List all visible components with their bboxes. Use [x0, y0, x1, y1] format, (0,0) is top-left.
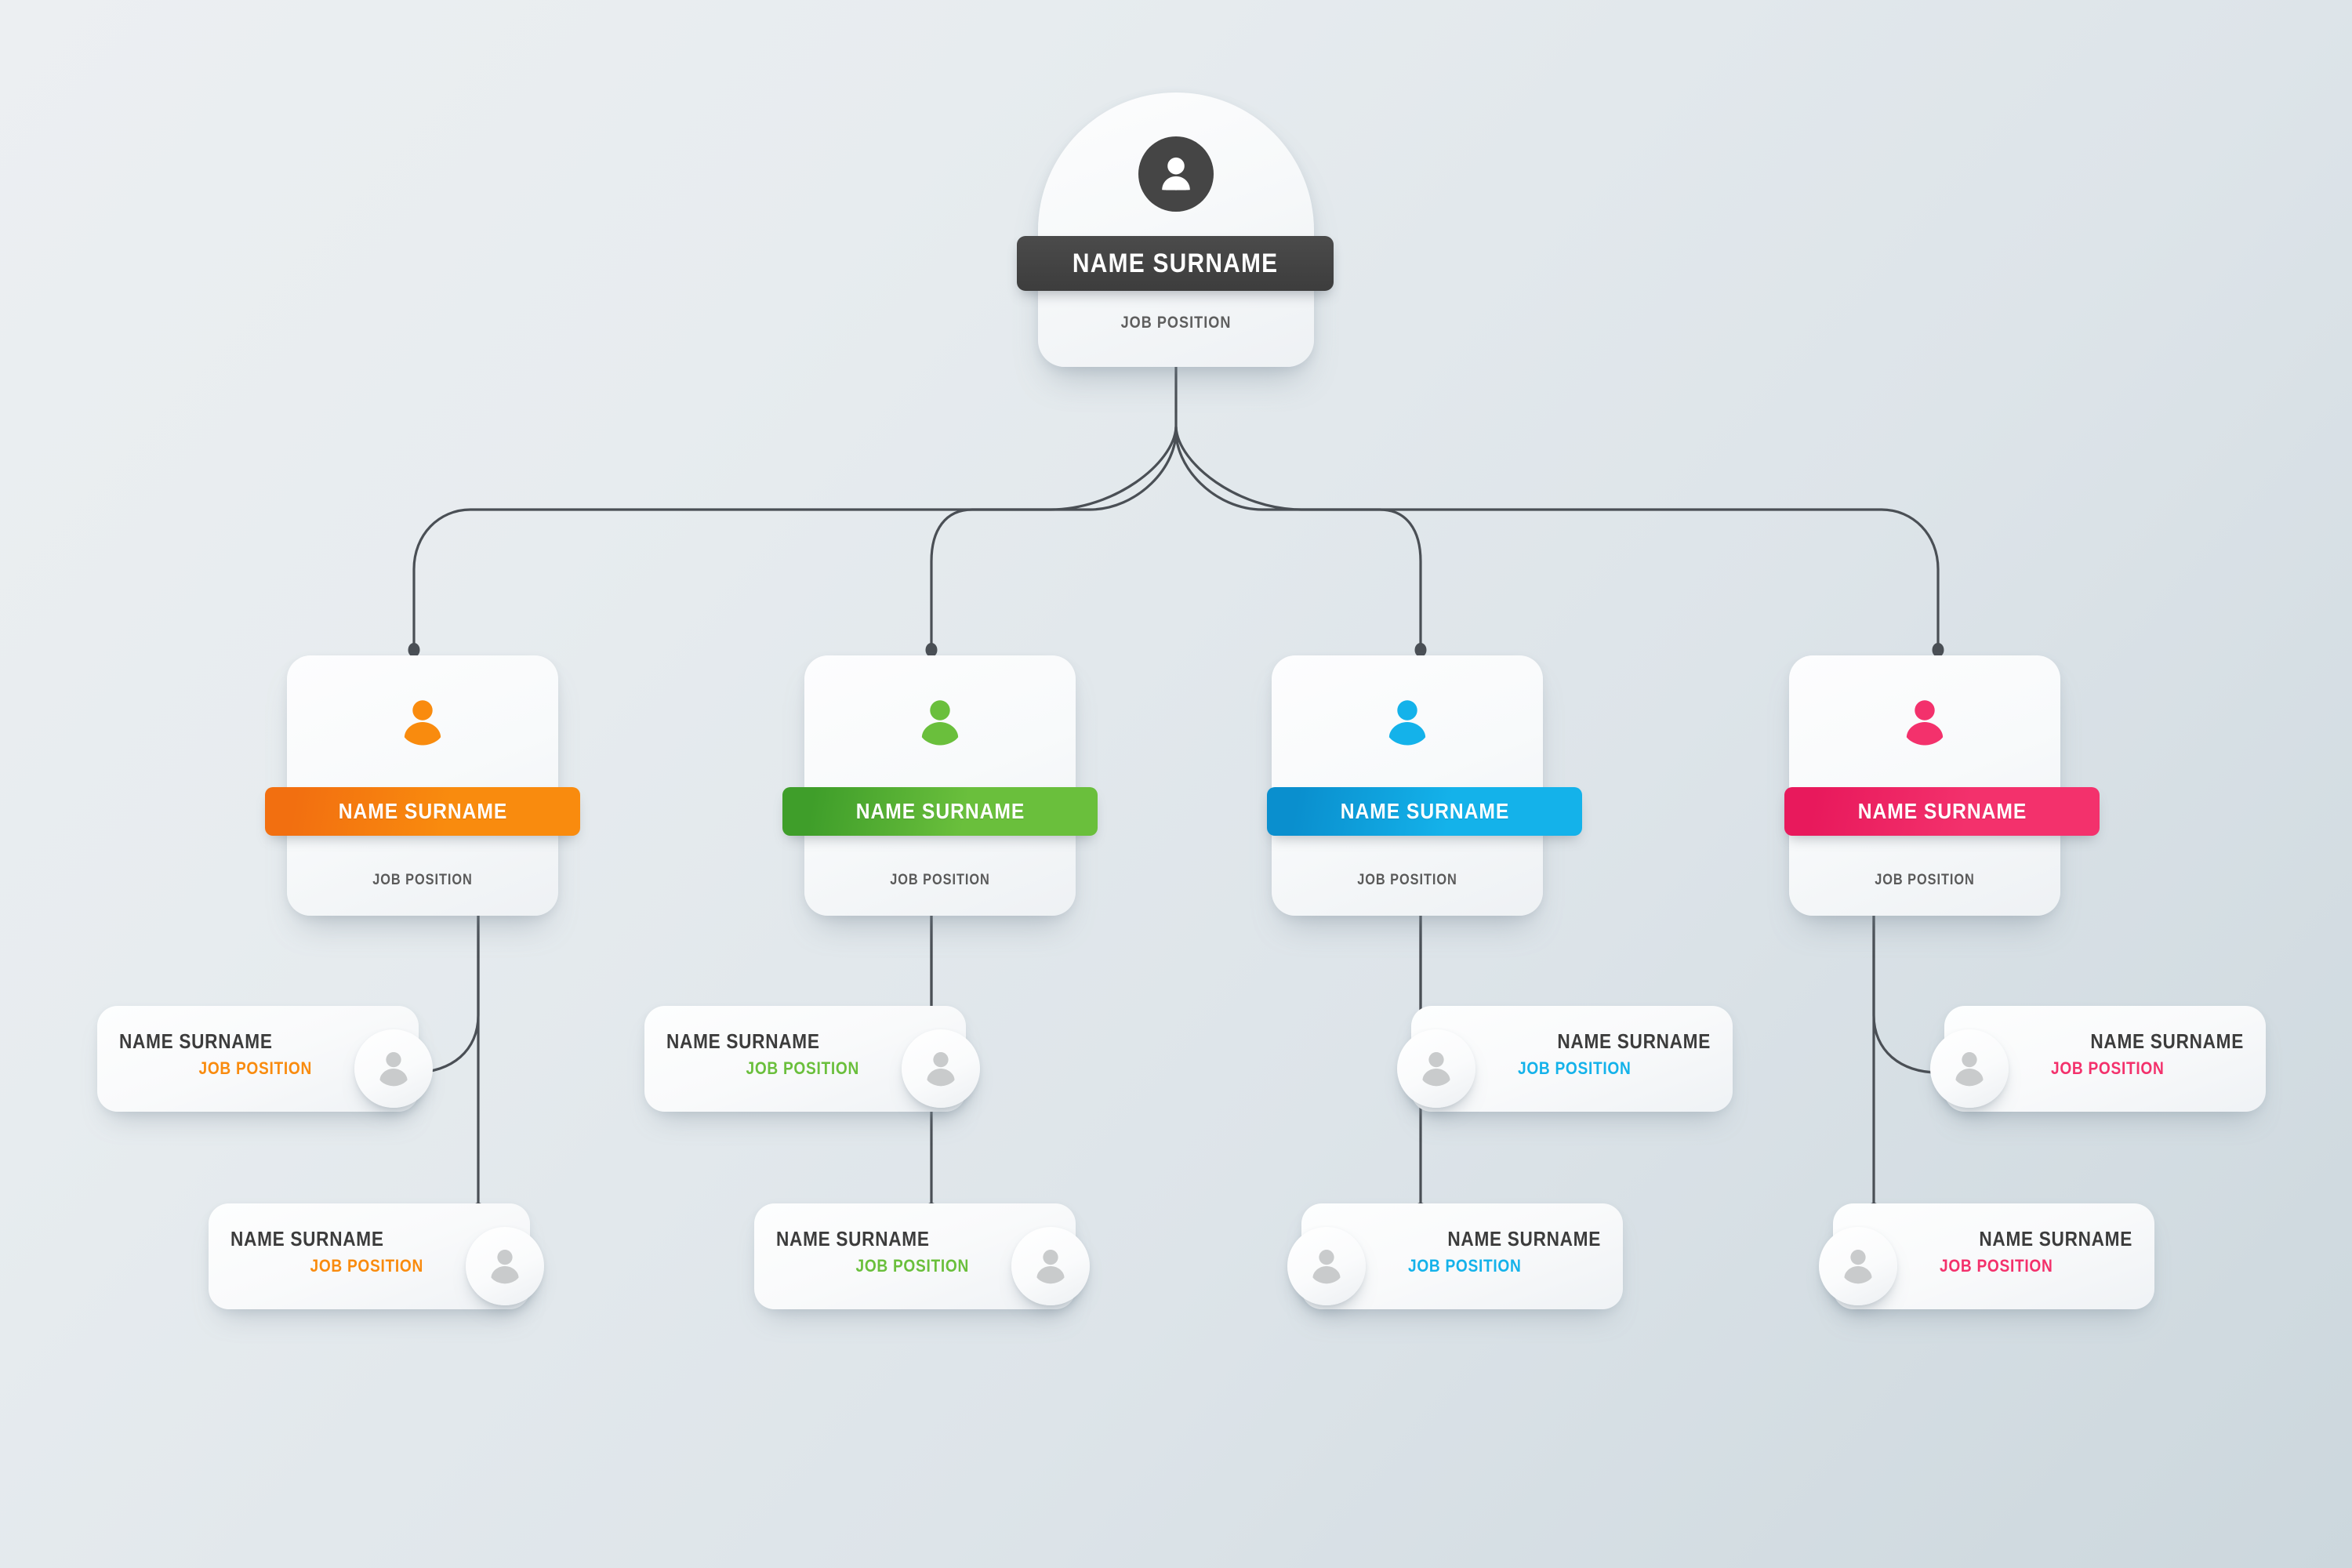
person-icon	[466, 1227, 544, 1305]
person-icon	[1819, 1227, 1897, 1305]
person-icon	[1011, 1227, 1090, 1305]
org-node-root-name-banner[interactable]: NAME SURNAME	[1017, 236, 1334, 291]
org-leaf-pink-1[interactable]: NAME SURNAME JOB POSITION	[1930, 1006, 2266, 1112]
org-leaf-orange-2-name: NAME SURNAME	[230, 1227, 384, 1250]
org-node-pink-job: JOB POSITION	[1875, 872, 1975, 888]
org-leaf-pink-2-text: NAME SURNAME JOB POSITION	[1940, 1227, 2132, 1276]
person-icon	[394, 693, 452, 751]
org-chart-canvas: NAME SURNAME JOB POSITION NAME SURNAME J…	[0, 0, 2352, 1568]
org-leaf-green-1-job: JOB POSITION	[746, 1058, 859, 1078]
org-node-root-name: NAME SURNAME	[1072, 248, 1279, 278]
org-node-orange-name-banner[interactable]: NAME SURNAME	[265, 787, 580, 836]
org-leaf-orange-2-job: JOB POSITION	[310, 1255, 423, 1276]
org-leaf-blue-1-name: NAME SURNAME	[1557, 1029, 1711, 1053]
org-node-orange-job: JOB POSITION	[372, 872, 473, 888]
connector-endpoint-dots	[408, 643, 1944, 1215]
org-node-orange-name: NAME SURNAME	[338, 799, 507, 823]
org-node-root-job: JOB POSITION	[1120, 314, 1232, 332]
org-leaf-orange-1-name: NAME SURNAME	[119, 1029, 273, 1053]
org-leaf-pink-1-text: NAME SURNAME JOB POSITION	[2051, 1029, 2244, 1079]
connector-root-to-orange	[412, 426, 1178, 651]
org-leaf-green-2-text: NAME SURNAME JOB POSITION	[776, 1227, 969, 1276]
org-node-pink-name-banner[interactable]: NAME SURNAME	[1784, 787, 2100, 836]
org-node-blue-job: JOB POSITION	[1357, 872, 1457, 888]
person-icon	[354, 1029, 433, 1108]
org-leaf-orange-2-text: NAME SURNAME JOB POSITION	[230, 1227, 423, 1276]
org-node-pink-name: NAME SURNAME	[1857, 799, 2027, 823]
org-leaf-pink-1-name: NAME SURNAME	[2090, 1029, 2244, 1053]
person-icon	[902, 1029, 980, 1108]
connector-pink-leaf1	[1872, 908, 1940, 1074]
org-leaf-pink-2[interactable]: NAME SURNAME JOB POSITION	[1819, 1203, 2154, 1309]
org-leaf-orange-1[interactable]: NAME SURNAME JOB POSITION	[97, 1006, 433, 1112]
org-leaf-blue-2-name: NAME SURNAME	[1447, 1227, 1601, 1250]
org-leaf-orange-1-job: JOB POSITION	[198, 1058, 312, 1078]
org-leaf-orange-2[interactable]: NAME SURNAME JOB POSITION	[209, 1203, 544, 1309]
org-node-green-job: JOB POSITION	[890, 872, 990, 888]
org-node-blue-name-banner[interactable]: NAME SURNAME	[1267, 787, 1582, 836]
org-leaf-green-1-name: NAME SURNAME	[666, 1029, 820, 1053]
person-icon	[1397, 1029, 1475, 1108]
org-leaf-blue-2[interactable]: NAME SURNAME JOB POSITION	[1287, 1203, 1623, 1309]
connector-root-to-blue	[1174, 426, 1422, 651]
org-node-green-name: NAME SURNAME	[855, 799, 1025, 823]
org-leaf-blue-1-text: NAME SURNAME JOB POSITION	[1518, 1029, 1711, 1079]
org-leaf-green-2[interactable]: NAME SURNAME JOB POSITION	[754, 1203, 1090, 1309]
org-leaf-green-2-name: NAME SURNAME	[776, 1227, 930, 1250]
org-leaf-pink-2-job: JOB POSITION	[1940, 1255, 2053, 1276]
person-icon	[1138, 136, 1214, 212]
person-icon	[1930, 1029, 2009, 1108]
org-leaf-blue-1[interactable]: NAME SURNAME JOB POSITION	[1397, 1006, 1733, 1112]
org-leaf-blue-2-job: JOB POSITION	[1408, 1255, 1522, 1276]
person-icon	[911, 693, 969, 751]
org-leaf-orange-1-text: NAME SURNAME JOB POSITION	[119, 1029, 312, 1079]
connector-root-to-green	[930, 426, 1178, 651]
org-leaf-pink-1-job: JOB POSITION	[2051, 1058, 2165, 1078]
org-leaf-green-1-text: NAME SURNAME JOB POSITION	[666, 1029, 859, 1079]
org-leaf-green-1[interactable]: NAME SURNAME JOB POSITION	[644, 1006, 980, 1112]
org-leaf-green-2-job: JOB POSITION	[855, 1255, 969, 1276]
org-node-green-name-banner[interactable]: NAME SURNAME	[782, 787, 1098, 836]
org-node-blue-name: NAME SURNAME	[1340, 799, 1509, 823]
org-leaf-pink-2-name: NAME SURNAME	[1979, 1227, 2132, 1250]
person-icon	[1378, 693, 1436, 751]
org-leaf-blue-2-text: NAME SURNAME JOB POSITION	[1408, 1227, 1601, 1276]
connector-root-to-pink	[1174, 426, 1940, 651]
org-leaf-blue-1-job: JOB POSITION	[1518, 1058, 1632, 1078]
person-icon	[1287, 1227, 1366, 1305]
person-icon	[1896, 693, 1954, 751]
